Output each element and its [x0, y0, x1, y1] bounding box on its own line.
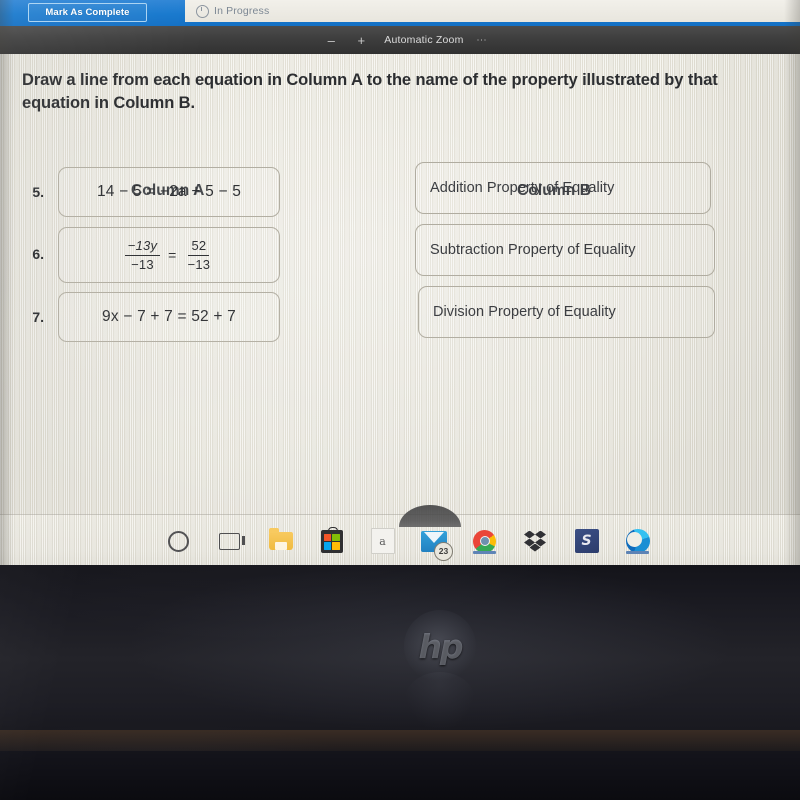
equation-box-5[interactable]: 14 − 5 = −2a + 5 − 5 [58, 167, 280, 217]
dropbox-icon[interactable] [522, 528, 549, 555]
hp-brand-logo: hp [404, 610, 476, 682]
property-box-division[interactable]: Division Property of Equality [418, 286, 715, 338]
pdf-viewer-toolbar: – + Automatic Zoom ⋮ [0, 26, 800, 54]
bezel-sheen [0, 565, 800, 800]
google-chrome-icon[interactable] [471, 528, 498, 555]
fraction-right-denominator: −13 [187, 256, 211, 272]
in-progress-label: In Progress [214, 5, 270, 17]
mail-unread-badge: 23 [434, 541, 453, 561]
item-number-5: 5. [32, 184, 44, 200]
property-box-addition[interactable]: Addition Property of Equality [415, 162, 711, 214]
fraction-left-denominator: −13 [131, 256, 154, 272]
edge-glyph-icon [625, 529, 650, 553]
mail-icon[interactable]: 23 [420, 528, 453, 561]
clock-icon [196, 4, 209, 18]
equation-text-7: 9x − 7 + 7 = 52 + 7 [102, 308, 236, 325]
dropbox-glyph-icon [524, 530, 547, 552]
store-bag-icon [320, 526, 343, 553]
fraction-equals-sign: = [168, 246, 177, 263]
laptop-bezel [0, 565, 800, 800]
chrome-active-indicator [473, 551, 496, 554]
task-view-icon[interactable] [216, 528, 245, 555]
more-options-icon[interactable]: ⋮ [476, 35, 487, 45]
property-label-subtraction: Subtraction Property of Equality [430, 242, 636, 258]
cortana-icon[interactable] [165, 528, 192, 555]
zoom-level-select[interactable]: Automatic Zoom [384, 34, 463, 46]
microsoft-store-icon[interactable] [318, 526, 345, 555]
worksheet-page: Draw a line from each equation in Column… [0, 54, 800, 514]
adobe-acrobat-icon[interactable]: a [369, 528, 396, 555]
item-number-7: 7. [32, 309, 44, 325]
edge-active-indicator [626, 551, 649, 554]
taskbar-icon-group: a 23 S [165, 520, 651, 562]
in-progress-tab[interactable]: In Progress [185, 0, 800, 22]
laptop-screen: Mark As Complete In Progress – + Automat… [0, 0, 800, 567]
adobe-letter-icon: a [370, 528, 395, 554]
taskbar-top-divider [0, 514, 800, 515]
fraction-right: 52 −13 [185, 238, 214, 272]
fraction-left: −13y −13 [124, 238, 161, 272]
laptop-photo: Mark As Complete In Progress – + Automat… [0, 0, 800, 800]
zoom-in-button[interactable]: + [346, 34, 376, 47]
worksheet-instruction: Draw a line from each equation in Column… [22, 71, 718, 113]
property-box-subtraction[interactable]: Subtraction Property of Equality [415, 224, 715, 276]
microsoft-edge-icon[interactable] [624, 528, 651, 555]
page-glare-overlay [0, 54, 800, 514]
blue-app-letter-icon: S [574, 529, 599, 553]
laptop-base-shadow [0, 751, 800, 800]
property-label-division: Division Property of Equality [433, 304, 616, 320]
property-label-addition: Addition Property of Equality [430, 180, 615, 196]
chrome-glyph-icon [473, 529, 496, 553]
equation-box-6[interactable]: −13y −13 = 52 −13 [58, 227, 280, 283]
folder-glyph-icon [268, 528, 293, 550]
blue-app-icon[interactable]: S [573, 528, 600, 555]
task-view-glyph-icon [219, 532, 245, 550]
windows-taskbar: a 23 S [0, 505, 800, 567]
cortana-circle-icon [168, 530, 189, 552]
mark-as-complete-button[interactable]: Mark As Complete [28, 3, 147, 22]
fraction-left-numerator: −13y [124, 238, 161, 256]
bezel-warm-edge [0, 730, 800, 758]
zoom-out-button[interactable]: – [316, 34, 346, 47]
fraction-right-numerator: 52 [188, 238, 210, 256]
equation-box-7[interactable]: 9x − 7 + 7 = 52 + 7 [58, 292, 280, 342]
item-number-6: 6. [32, 246, 44, 262]
equation-text-5: 14 − 5 = −2a + 5 − 5 [96, 183, 242, 200]
file-explorer-icon[interactable] [267, 528, 294, 555]
equation-text-6: −13y −13 = 52 −13 [124, 238, 214, 272]
